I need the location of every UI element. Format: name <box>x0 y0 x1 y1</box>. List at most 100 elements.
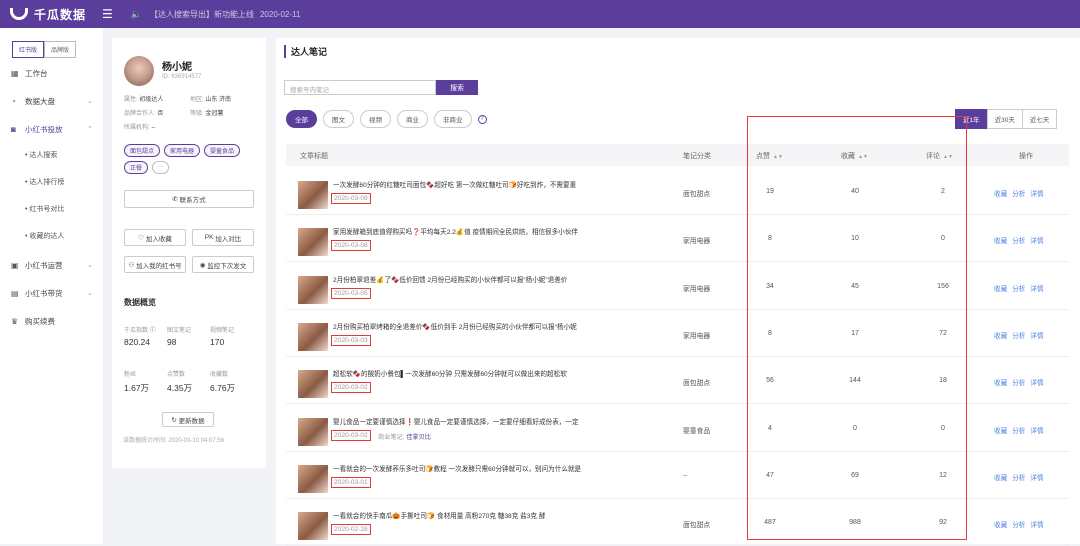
update-time: 该数据统计时间: 2020-03-10 04:07:56 <box>123 438 225 444</box>
note-date: 2020-03-08 <box>331 240 371 252</box>
note-thumbnail[interactable] <box>298 228 328 257</box>
sub-influencer-search[interactable]: • 达人搜索 <box>25 150 103 164</box>
monitor-icon: ◉ <box>199 261 208 269</box>
note-title[interactable]: 2月份柏翠退差💰了🍫低价回馈 2月份已经购买的小伙伴都可以报“杨小妮”退差价 <box>333 274 703 284</box>
analyze-link[interactable]: 分析 <box>1012 522 1025 529</box>
sub-label: 达人排行榜 <box>29 179 65 186</box>
row-actions: 收藏 分析 详情 <box>994 188 1049 198</box>
add-favorite-button[interactable]: ♡ 加入收藏 <box>124 229 186 246</box>
nav-renew[interactable]: ♛ 购买续费 <box>11 314 103 328</box>
analyze-link[interactable]: 分析 <box>1012 238 1025 245</box>
note-thumbnail[interactable] <box>298 512 328 541</box>
filter-video[interactable]: 视频 <box>360 110 391 128</box>
analyze-link[interactable]: 分析 <box>1012 475 1025 482</box>
nav-menu: ▦ 工作台 ◔ 数据大盘 ⌄ ◙ 小红书投放 ⌃ • 达人搜索 • 达人排行榜 • 红书号… <box>0 66 103 328</box>
switch-brand[interactable]: 品牌版 <box>44 41 77 58</box>
note-thumbnail[interactable] <box>298 322 328 351</box>
nav-launch[interactable]: ◙ 小红书投放 ⌃ <box>11 122 103 136</box>
help-icon[interactable]: ? <box>477 114 487 124</box>
note-title[interactable]: 2月份购买柏翠烤箱的全退差价🍫低价到手 2月份已经购买的小伙伴都可以报“杨小妮 <box>333 321 703 331</box>
note-thumbnail[interactable] <box>298 370 328 399</box>
detail-link[interactable]: 详情 <box>1030 333 1043 340</box>
detail-link[interactable]: 详情 <box>1030 428 1043 435</box>
note-title[interactable]: 一看就会的快手南瓜🎃手撕吐司🍞 食材用量 高粉270克 糖38克 盐3克 酵 <box>333 510 703 520</box>
attr-value: 初级达人 <box>139 97 164 103</box>
sub-account-compare[interactable]: • 红书号对比 <box>25 204 103 218</box>
detail-link[interactable]: 详情 <box>1030 286 1043 293</box>
favorite-link[interactable]: 收藏 <box>994 191 1007 198</box>
detail-link[interactable]: 详情 <box>1030 238 1043 245</box>
version-switch: 红书版 品牌版 <box>12 41 103 58</box>
org-value: -- <box>151 125 156 131</box>
favorite-link[interactable]: 收藏 <box>994 333 1007 340</box>
favorite-link[interactable]: 收藏 <box>994 522 1007 529</box>
nav-label: 购买续费 <box>25 316 55 326</box>
tag-more[interactable]: ... <box>152 161 170 174</box>
filter-image[interactable]: 图文 <box>323 110 354 128</box>
search-button[interactable]: 搜索 <box>436 80 478 95</box>
note-date: 2020-03-01 <box>331 476 371 488</box>
search-input[interactable]: 搜索号内笔记 <box>284 80 436 95</box>
detail-link[interactable]: 详情 <box>1030 475 1043 482</box>
range-30-days[interactable]: 近30天 <box>986 109 1023 129</box>
analyze-link[interactable]: 分析 <box>1012 191 1025 198</box>
filter-noncommercial[interactable]: 非商业 <box>434 110 472 128</box>
note-title[interactable]: 一看就会的一次发酵荞乐多吐司🍞教程 一次发酵只需60分钟就可以，别问为什么就是 <box>333 463 703 473</box>
add-my-account-button[interactable]: ⚇ 加入我的红书号 <box>124 256 186 273</box>
detail-link[interactable]: 详情 <box>1030 191 1043 198</box>
analyze-link[interactable]: 分析 <box>1012 428 1025 435</box>
note-title[interactable]: 婴儿食品一定要谨慎选择❗婴儿食品一定要谨慎选择，一定要仔细看好成份表，一定 <box>333 416 703 426</box>
detail-link[interactable]: 详情 <box>1030 380 1043 387</box>
app-logo[interactable]: 千瓜数据 <box>10 6 96 23</box>
sub-favorite-influencers[interactable]: • 收藏的达人 <box>25 231 103 245</box>
note-thumbnail[interactable] <box>298 181 328 209</box>
nav-label: 小红书带货 <box>25 288 63 298</box>
favorite-link[interactable]: 收藏 <box>994 286 1007 293</box>
refresh-button[interactable]: ↻ 更新数据 <box>162 412 214 427</box>
switch-red-book[interactable]: 红书版 <box>12 41 45 58</box>
note-category: 面包甜点 <box>683 380 711 388</box>
stat-label: 图文笔记 <box>167 328 192 334</box>
nav-operation[interactable]: ▣ 小红书运营 ⌄ <box>11 258 103 272</box>
notice-text[interactable]: 【达人搜索导出】新功能上线 <box>150 9 254 20</box>
add-compare-button[interactable]: PK 加入对比 <box>192 229 254 246</box>
note-thumbnail[interactable] <box>298 275 328 304</box>
tag[interactable]: 面包甜点 <box>124 144 161 157</box>
analyze-link[interactable]: 分析 <box>1012 286 1025 293</box>
sub-influencer-rank[interactable]: • 达人排行榜 <box>25 177 103 191</box>
analyze-link[interactable]: 分析 <box>1012 380 1025 387</box>
favorite-link[interactable]: 收藏 <box>994 475 1007 482</box>
menu-toggle-icon[interactable]: ☰ <box>102 7 113 21</box>
note-thumbnail[interactable] <box>298 417 328 446</box>
profile-id: ID: 636914577 <box>162 74 202 80</box>
region-value: 山东 济南 <box>205 97 232 103</box>
note-title[interactable]: 超松软🍫的酸奶小餐包▌一次发酵60分钟 只需发酵60分钟就可以做出来的超松软 <box>333 368 703 378</box>
tag[interactable]: 家用电器 <box>164 144 201 157</box>
favorite-link[interactable]: 收藏 <box>994 238 1007 245</box>
sub-label: 红书号对比 <box>29 206 65 213</box>
filter-all[interactable]: 全部 <box>286 110 317 128</box>
commercial-brand[interactable]: 佳拿贝比 <box>406 434 431 441</box>
stat-label: 视频笔记 <box>210 328 235 334</box>
note-thumbnail[interactable] <box>298 464 328 493</box>
nav-dashboard[interactable]: ◔ 数据大盘 ⌄ <box>11 94 103 108</box>
contact-button[interactable]: ✆ 联系方式 <box>124 190 254 208</box>
favorite-link[interactable]: 收藏 <box>994 428 1007 435</box>
note-date: 2020-03-05 <box>331 287 371 299</box>
note-category: -- <box>683 471 688 479</box>
nav-sales[interactable]: ▤ 小红书带货 ⌄ <box>11 286 103 300</box>
detail-link[interactable]: 详情 <box>1030 522 1043 529</box>
nav-workbench[interactable]: ▦ 工作台 <box>11 66 103 80</box>
note-title[interactable]: 家用发酵箱到底值得购买吗❓平均每天2.2💰值 疫情期间全民烘焙，相信很多小伙伴 <box>333 226 703 236</box>
help-icon[interactable]: ⓘ <box>150 328 156 334</box>
col-ops: 操作 <box>1019 153 1033 160</box>
monitor-button[interactable]: ◉ 监控下次发文 <box>192 256 254 273</box>
note-title[interactable]: 一次发酵60分钟的红糖吐司面包🍫超好吃 第一次做红糖吐司🍞好吃到炸，不需要重 <box>333 179 703 189</box>
tag[interactable]: 正餐 <box>124 161 149 174</box>
favorite-link[interactable]: 收藏 <box>994 380 1007 387</box>
tag[interactable]: 婴童食品 <box>204 144 241 157</box>
analyze-link[interactable]: 分析 <box>1012 333 1025 340</box>
brand-partner-label: 品牌合作人: <box>124 111 156 117</box>
range-7-days[interactable]: 近七天 <box>1021 109 1058 129</box>
filter-commercial[interactable]: 商业 <box>397 110 428 128</box>
